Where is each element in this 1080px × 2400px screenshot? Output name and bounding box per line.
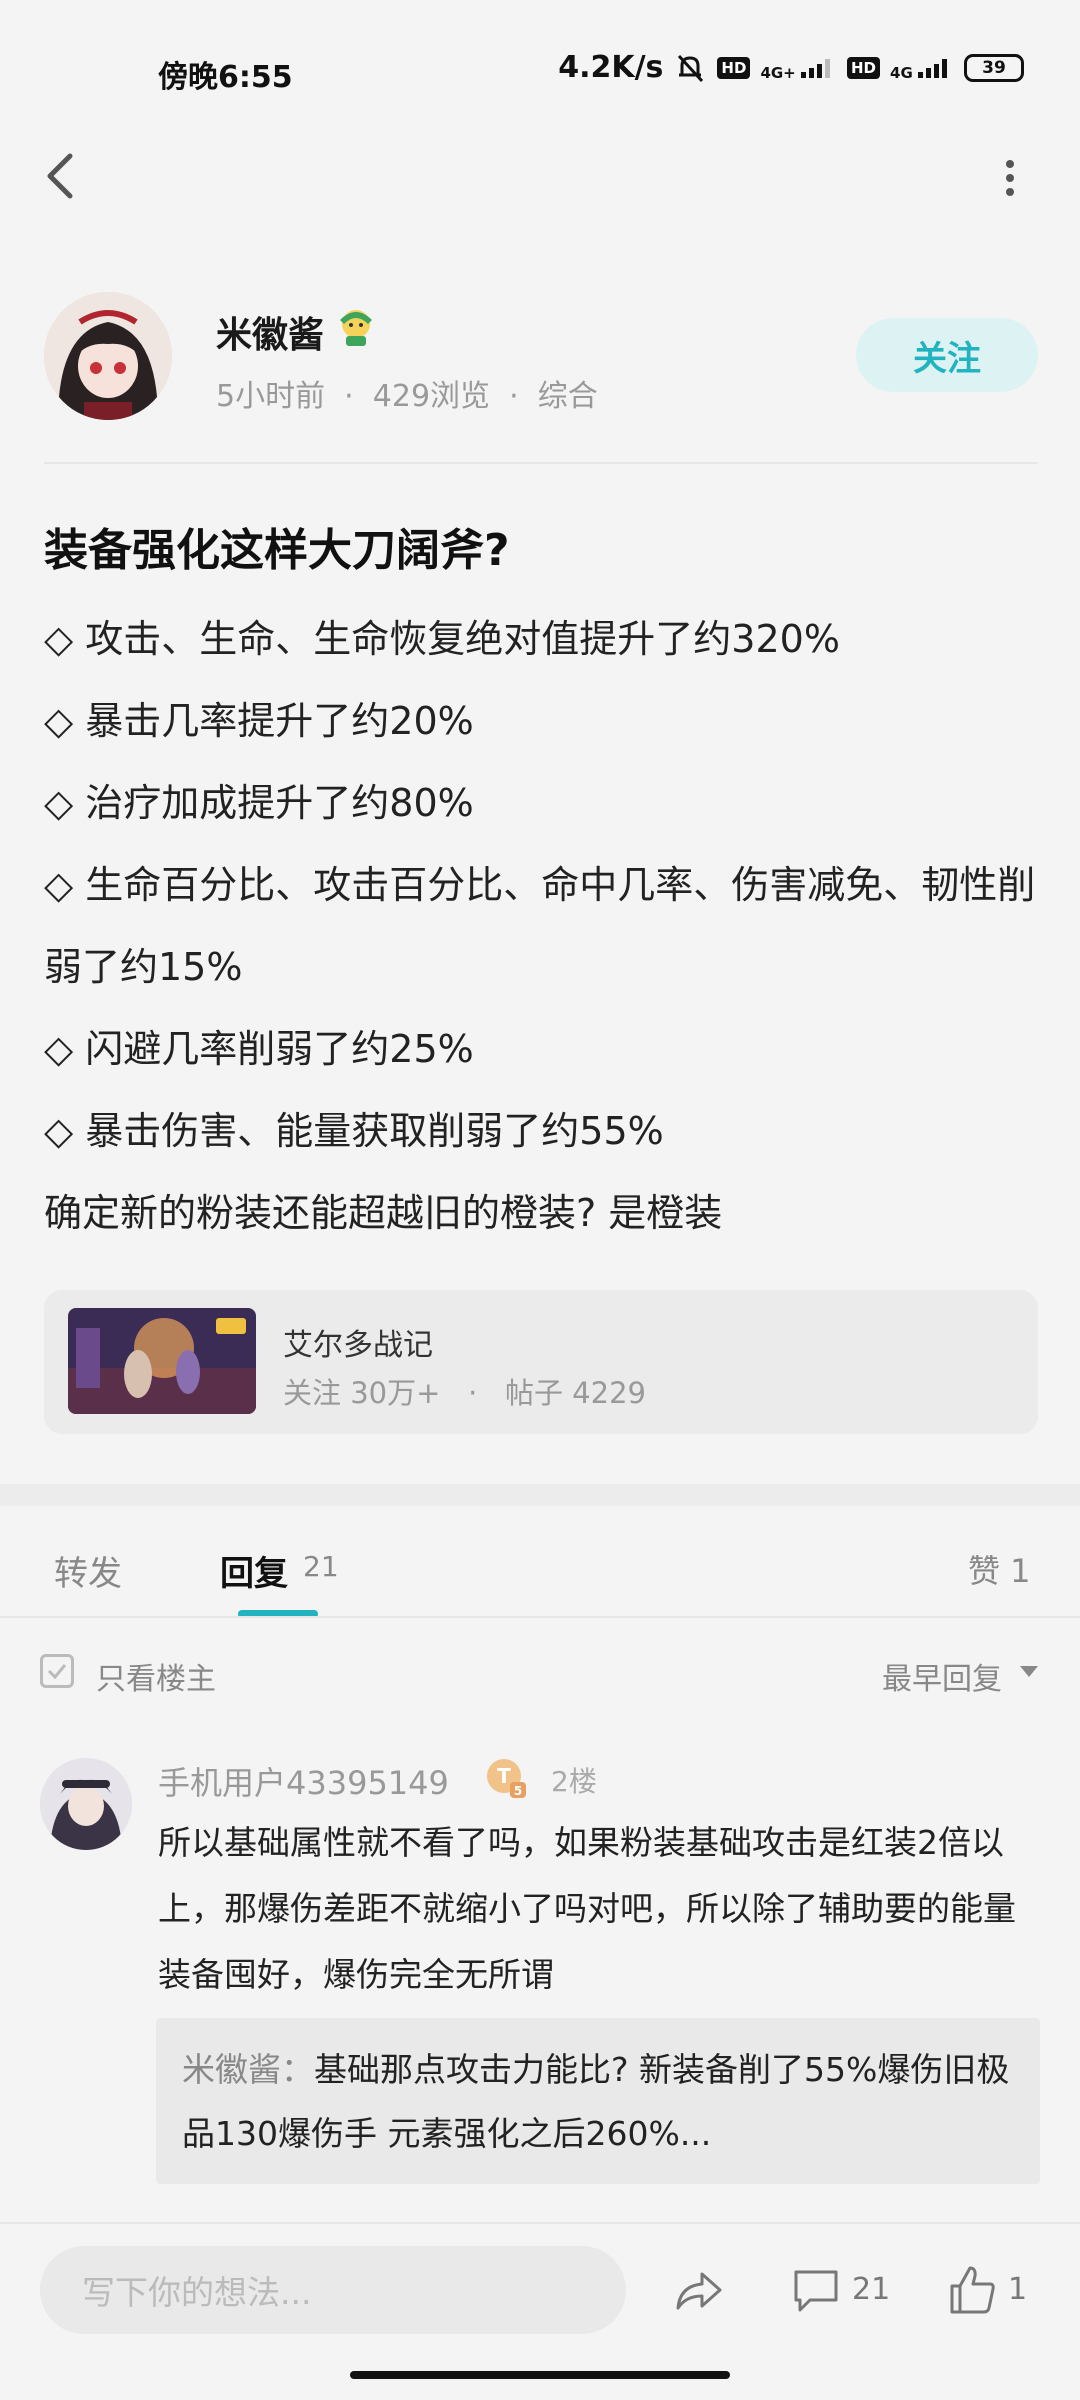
signal-icon-1 [801,58,830,78]
post-category: 综合 [537,379,598,414]
divider [0,2222,1080,2224]
check-icon [47,1664,67,1680]
sim1-network: 4G+ [760,56,837,80]
reply-quote-text[interactable]: 米徽酱：基础那点攻击力能比? 新装备削了55%爆伤旧极品130爆伤手 元素强化之… [182,2038,1022,2166]
post-time: 5小时前 [216,379,326,414]
post-line: 确定新的粉装还能超越旧的橙装? 是橙装 [44,1191,723,1235]
tab-like[interactable]: 赞 1 [968,1546,1031,1592]
tab-repost[interactable]: 转发 [54,1546,122,1595]
section-gap [0,1484,1080,1506]
chevron-down-icon[interactable] [1020,1666,1038,1677]
forum-followers: 关注 30万+ [283,1376,441,1410]
forum-posts: 帖子 4229 [504,1376,646,1410]
forum-stats: 关注 30万+ · 帖子 4229 [283,1376,646,1410]
commenter-avatar[interactable] [40,1758,132,1850]
sort-dropdown[interactable]: 最早回复 [882,1654,1002,1698]
divider [44,462,1038,464]
post-line: ◇ 暴击几率提升了约20% [44,699,474,743]
signal-icon-2 [918,58,947,78]
reply-author: 米徽酱： [182,2050,314,2089]
commenter-name[interactable]: 手机用户43395149 [158,1758,449,1804]
svg-text:T: T [497,1764,511,1788]
only-op-label[interactable]: 只看楼主 [96,1654,216,1698]
hd-badge-2: HD [847,56,881,79]
comment-count: 21 [852,2272,891,2307]
author-name[interactable]: 米徽酱 [216,306,324,358]
only-op-checkbox[interactable] [40,1654,74,1688]
tab-reply[interactable]: 回复 [220,1546,288,1595]
comment-icon[interactable] [788,2262,844,2318]
comment-text: 所以基础属性就不看了吗，如果粉装基础攻击是红装2倍以上，那爆伤差距不就缩小了吗对… [158,1823,1016,1994]
divider [0,1616,1080,1618]
level-badge-icon: T 5 [487,1759,526,1798]
post-content: ◇ 攻击、生命、生命恢复绝对值提升了约320% ◇ 暴击几率提升了约20% ◇ … [44,598,1044,1254]
status-icons: 4.2K/s HD 4G+ HD 4G 39 [558,50,1024,85]
status-time: 傍晚6:55 [158,60,293,95]
follow-button[interactable]: 关注 [856,318,1038,392]
mute-bell-icon [678,54,704,82]
author-avatar-frame-icon [340,310,372,346]
forum-name: 艾尔多战记 [283,1328,433,1363]
tab-reply-count: 21 [303,1550,339,1583]
post-meta: 5小时前 · 429浏览 · 综合 [216,379,598,414]
like-count: 1 [1008,2272,1028,2307]
post-line: ◇ 闪避几率削弱了约25% [44,1027,474,1071]
thumbs-up-icon[interactable] [944,2262,1000,2318]
post-line: ◇ 攻击、生命、生命恢复绝对值提升了约320% [44,617,840,661]
back-arrow-icon[interactable] [36,146,86,206]
post-line: ◇ 生命百分比、攻击百分比、命中几率、伤害减免、韧性削弱了约15% [44,863,1036,989]
post-line: ◇ 治疗加成提升了约80% [44,781,474,825]
home-indicator[interactable] [350,2371,730,2379]
network-speed: 4.2K/s [558,50,664,85]
svg-text:5: 5 [514,1784,522,1798]
post-title: 装备强化这样大刀阔斧? [44,525,510,576]
more-vertical-icon[interactable] [1000,158,1020,198]
comment-input[interactable]: 写下你的想法... [40,2246,626,2334]
forum-thumbnail[interactable] [68,1308,256,1414]
battery-icon: 39 [964,53,1024,82]
hd-badge-1: HD [717,56,751,79]
share-icon[interactable] [670,2262,726,2318]
author-avatar[interactable] [44,292,172,420]
sim2-network: 4G [890,56,954,80]
comment-floor: 2楼 [551,1765,597,1798]
post-line: ◇ 暴击伤害、能量获取削弱了约55% [44,1109,664,1153]
post-views: 429浏览 [372,379,491,414]
